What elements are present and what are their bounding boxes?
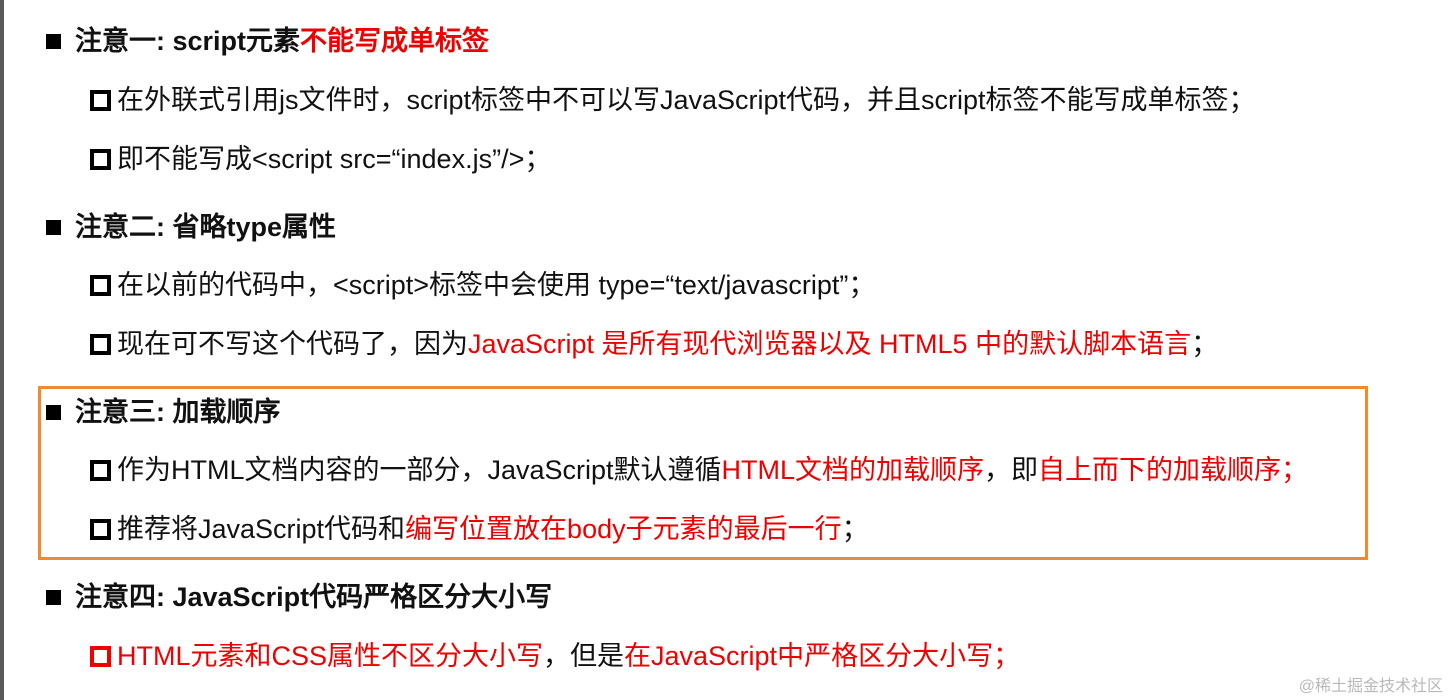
- note-1-item-1-text: 在外联式引用js文件时，script标签中不可以写JavaScript代码，并且…: [117, 85, 1256, 115]
- note-3-heading-text: 注意三: 加载顺序: [75, 397, 281, 427]
- hollow-square-bullet-icon: [90, 645, 111, 667]
- note-4-heading-text: 注意四: JavaScript代码严格区分大小写: [75, 582, 553, 612]
- note-3-item-1-emphasis-2: 自上而下的加载顺序；: [1038, 455, 1309, 485]
- hollow-square-bullet-icon: [90, 333, 111, 355]
- note-1-heading: 注意一: script元素 不能写成单标签: [46, 21, 489, 61]
- solid-square-bullet-icon: [46, 589, 61, 605]
- note-2-item-2-text: 现在可不写这个代码了，因为: [117, 329, 468, 359]
- solid-square-bullet-icon: [46, 33, 61, 49]
- note-3-item-1-mid: ，即: [984, 455, 1039, 485]
- note-3-item-2: 推荐将JavaScript代码和 编写位置放在body子元素的最后一行 ；: [90, 509, 869, 549]
- note-3-item-1-text: 作为HTML文档内容的一部分，JavaScript默认遵循: [117, 455, 722, 485]
- note-4-item-1-emphasis-1: HTML元素和CSS属性不区分大小写: [117, 641, 544, 671]
- note-2-heading: 注意二: 省略type属性: [46, 207, 336, 247]
- note-3-item-2-text: 推荐将JavaScript代码和: [117, 514, 406, 544]
- watermark: @稀土掘金技术社区: [1298, 678, 1443, 695]
- note-2-item-1: 在以前的代码中，<script>标签中会使用 type=“text/javasc…: [90, 265, 875, 305]
- note-4-item-1-emphasis-2: 在JavaScript中严格区分大小写；: [624, 641, 1021, 671]
- note-1-item-2: 即不能写成<script src=“index.js”/>；: [90, 139, 551, 179]
- note-2-item-2-end: ；: [1191, 329, 1219, 359]
- solid-square-bullet-icon: [46, 404, 61, 420]
- note-4-item-1-mid: ，但是: [543, 641, 625, 671]
- note-2-heading-text: 注意二: 省略type属性: [75, 212, 337, 242]
- note-3-item-1-emphasis-1: HTML文档的加载顺序: [721, 455, 985, 485]
- note-1-heading-text: 注意一: script元素: [75, 26, 301, 56]
- hollow-square-bullet-icon: [90, 274, 111, 296]
- solid-square-bullet-icon: [46, 219, 61, 235]
- hollow-square-bullet-icon: [90, 459, 111, 481]
- note-4-heading: 注意四: JavaScript代码严格区分大小写: [46, 577, 552, 617]
- note-3-item-1: 作为HTML文档内容的一部分，JavaScript默认遵循 HTML文档的加载顺…: [90, 450, 1308, 490]
- left-edge-rule: [0, 0, 4, 700]
- note-1-item-1: 在外联式引用js文件时，script标签中不可以写JavaScript代码，并且…: [90, 80, 1256, 120]
- note-2-item-1-text: 在以前的代码中，<script>标签中会使用 type=“text/javasc…: [117, 270, 876, 300]
- note-2-item-2-emphasis: JavaScript 是所有现代浏览器以及 HTML5 中的默认脚本语言: [468, 329, 1192, 359]
- hollow-square-bullet-icon: [90, 148, 111, 170]
- note-1-heading-emphasis: 不能写成单标签: [300, 26, 490, 56]
- note-2-item-2: 现在可不写这个代码了，因为 JavaScript 是所有现代浏览器以及 HTML…: [90, 324, 1218, 364]
- note-3-item-2-end: ；: [841, 514, 869, 544]
- note-1-item-2-text: 即不能写成<script src=“index.js”/>；: [117, 144, 552, 174]
- note-4-item-1: HTML元素和CSS属性不区分大小写 ，但是 在JavaScript中严格区分大…: [90, 636, 1020, 676]
- hollow-square-bullet-icon: [90, 518, 111, 540]
- hollow-square-bullet-icon: [90, 89, 111, 111]
- note-3-heading: 注意三: 加载顺序: [46, 392, 281, 432]
- note-3-item-2-emphasis: 编写位置放在body子元素的最后一行: [405, 514, 842, 544]
